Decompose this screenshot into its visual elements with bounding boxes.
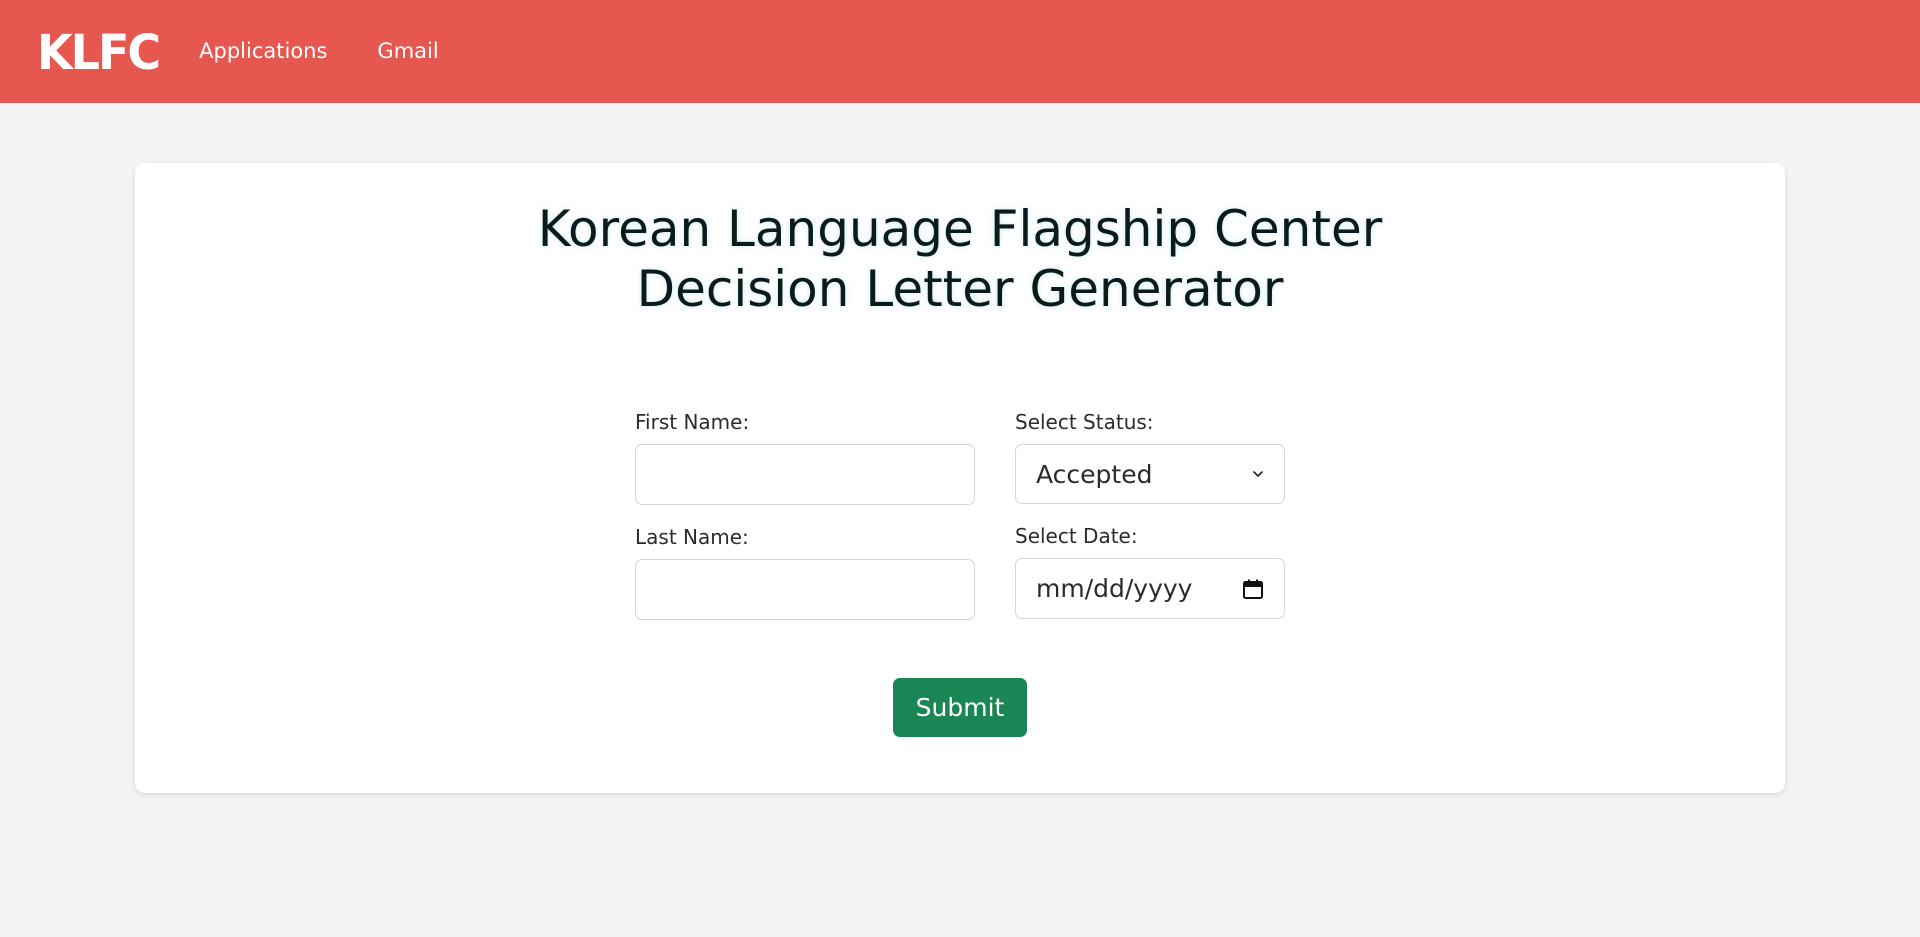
first-name-input[interactable]	[635, 444, 975, 505]
date-label: Select Date:	[1015, 524, 1138, 548]
status-selected-value: Accepted	[1036, 459, 1153, 489]
brand-logo[interactable]: KLFC	[37, 27, 161, 75]
nav-link-applications[interactable]: Applications	[199, 41, 327, 62]
date-input[interactable]: mm/dd/yyyy	[1015, 558, 1285, 619]
chevron-down-icon	[1253, 471, 1263, 477]
form-card: Korean Language Flagship Center Decision…	[135, 163, 1785, 793]
title-line-1: Korean Language Flagship Center	[537, 200, 1383, 258]
nav-link-gmail[interactable]: Gmail	[377, 41, 438, 62]
date-placeholder: mm/dd/yyyy	[1036, 574, 1193, 603]
status-label: Select Status:	[1015, 410, 1154, 434]
submit-button[interactable]: Submit	[893, 678, 1027, 737]
calendar-icon[interactable]	[1242, 578, 1264, 600]
title-line-2: Decision Letter Generator	[636, 260, 1284, 318]
last-name-label: Last Name:	[635, 525, 749, 549]
last-name-input[interactable]	[635, 559, 975, 620]
status-select[interactable]: Accepted	[1015, 444, 1285, 504]
page-title: Korean Language Flagship Center Decision…	[135, 199, 1785, 319]
top-navbar: KLFC Applications Gmail	[0, 0, 1920, 103]
first-name-label: First Name:	[635, 410, 750, 434]
